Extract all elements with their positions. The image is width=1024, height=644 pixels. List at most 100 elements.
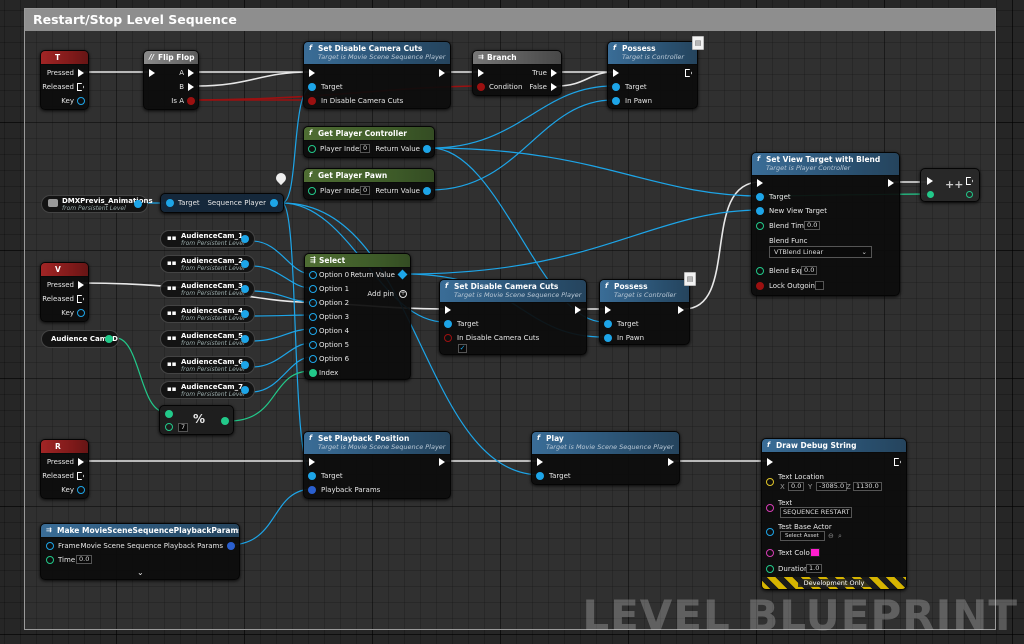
exec-out-icon[interactable] (188, 83, 194, 91)
exec-in-icon[interactable] (767, 458, 773, 466)
set-view-target-with-blend-node[interactable]: f Set View Target with Blend Target is Pla… (751, 152, 900, 296)
set-playback-position-node[interactable]: f Set Playback Position Target is Movie Sc… (303, 431, 451, 499)
text-pin-icon[interactable] (766, 504, 774, 512)
option-pin-icon[interactable] (309, 299, 317, 307)
pawn-pin-icon[interactable] (612, 97, 620, 105)
float-pin-icon[interactable] (46, 556, 54, 564)
disable-camera-cuts-checkbox[interactable]: ✓ (458, 344, 467, 353)
audience-cam-6-variable[interactable]: ▪▪ AudienceCam_6 from Persistent Level (160, 356, 255, 374)
use-selected-icon[interactable]: ⊖ (828, 531, 834, 541)
flipflop-node[interactable]: //Flip Flop A B Is A (143, 50, 199, 110)
target-pin-icon[interactable] (756, 193, 764, 201)
float-pin-icon[interactable] (756, 267, 764, 275)
comment-title[interactable]: Restart/Stop Level Sequence (25, 9, 995, 31)
key-r-event-node[interactable]: R Pressed Released Key (40, 439, 89, 499)
time-field[interactable]: 0.0 (76, 555, 93, 564)
exec-out-icon[interactable] (888, 179, 894, 187)
exec-in-icon[interactable] (149, 69, 155, 77)
option-pin-icon[interactable] (309, 285, 317, 293)
audience-cam-2-variable[interactable]: ▪▪ AudienceCam_2 from Persistent Level (160, 255, 255, 273)
player-index-field[interactable]: 0 (360, 186, 371, 195)
exec-in-icon[interactable] (605, 306, 611, 314)
exec-in-icon[interactable] (478, 69, 484, 77)
audience-cam-4-variable[interactable]: ▪▪ AudienceCam_4 from Persistent Level (160, 305, 255, 323)
duration-field[interactable]: 1.0 (806, 564, 823, 573)
released-pin[interactable]: Released (42, 82, 74, 92)
object-pin-icon[interactable] (241, 235, 249, 243)
exec-in-icon[interactable] (927, 177, 933, 185)
int-pin-icon[interactable] (927, 191, 934, 198)
option-pin-icon[interactable] (309, 341, 317, 349)
float-pin-icon[interactable] (766, 565, 774, 573)
struct-pin-icon[interactable] (227, 542, 235, 550)
exec-out-icon[interactable] (551, 83, 557, 91)
object-pin-icon[interactable] (241, 310, 249, 318)
expand-chevron-icon[interactable]: ⌄ (137, 568, 144, 578)
modulo-value-field[interactable]: 7 (178, 423, 189, 432)
exec-out-icon[interactable] (439, 458, 445, 466)
target-pin-icon[interactable] (536, 472, 544, 480)
text-field[interactable]: SEQUENCE RESTART (780, 507, 853, 518)
blend-exp-field[interactable]: 0.0 (801, 266, 818, 275)
actor-pin-icon[interactable] (766, 528, 774, 536)
audience-cam-3-variable[interactable]: ▪▪ AudienceCam_3 from Persistent Level (160, 280, 255, 298)
lock-outgoing-checkbox[interactable] (815, 281, 824, 290)
exec-in-icon[interactable] (309, 69, 315, 77)
exec-out-icon[interactable] (78, 458, 84, 466)
view-target-pin-icon[interactable] (756, 207, 764, 215)
set-disable-camera-cuts-node-2[interactable]: f Set Disable Camera Cuts Target is Movie … (439, 279, 587, 355)
play-node[interactable]: f Play Target is Movie Scene Sequence Play… (531, 431, 680, 485)
browse-search-icon[interactable]: ⌕ (838, 531, 842, 541)
select-node[interactable]: ⇶ Select Option 0 Return Value Option 1 A… (304, 253, 411, 380)
bool-pin-icon[interactable] (308, 97, 316, 105)
target-pin-icon[interactable] (308, 83, 316, 91)
object-pin-icon[interactable] (270, 199, 278, 207)
sequence-player-getter[interactable]: Target Sequence Player (160, 193, 284, 213)
return-pin-icon[interactable] (423, 145, 431, 153)
exec-out-icon[interactable] (894, 458, 901, 466)
return-pin-icon[interactable] (423, 187, 431, 195)
int-pin-icon[interactable] (105, 335, 113, 343)
audience-cam-id-variable[interactable]: Audience Cam ID (41, 330, 119, 348)
text-color-swatch[interactable] (810, 548, 820, 557)
struct-pin-icon[interactable] (308, 486, 316, 494)
key-t-event-node[interactable]: T Pressed Released Key (40, 50, 89, 110)
key-v-event-node[interactable]: V Pressed Released Key (40, 262, 89, 322)
exec-out-icon[interactable] (668, 458, 674, 466)
color-pin-icon[interactable] (766, 549, 774, 557)
int-pin-icon[interactable] (165, 423, 173, 431)
exec-out-icon[interactable] (575, 306, 581, 314)
float-pin-icon[interactable] (756, 222, 764, 230)
branch-node[interactable]: ⇉ Branch True Condition False (472, 50, 562, 96)
possess-node[interactable]: f Possess Target is Controller Target In P… (607, 41, 698, 109)
object-pin-icon[interactable] (241, 386, 249, 394)
exec-out-icon[interactable] (966, 177, 973, 185)
exec-out-icon[interactable] (78, 281, 84, 289)
option-pin-icon[interactable] (309, 271, 317, 279)
int-pin-icon[interactable] (221, 417, 229, 425)
select-asset-dropdown[interactable]: Select Asset (780, 531, 825, 541)
exec-out-icon[interactable] (78, 69, 84, 77)
add-pin-button[interactable]: Add pin (367, 289, 394, 299)
draw-debug-string-node[interactable]: f Draw Debug String Text Location X 0.0 Y… (761, 438, 907, 590)
wildcard-pin-icon[interactable] (397, 269, 408, 280)
exec-out-icon[interactable] (551, 69, 557, 77)
set-disable-camera-cuts-node[interactable]: f Set Disable Camera Cuts Target is Movie … (303, 41, 451, 109)
object-pin-icon[interactable] (241, 285, 249, 293)
location-x-field[interactable]: 0.0 (788, 482, 805, 491)
get-player-controller-node[interactable]: f Get Player Controller Player Index 0 Re… (303, 126, 435, 158)
make-playback-params-node[interactable]: ⇉ Make MovieSceneSequencePlaybackParams F… (40, 523, 240, 580)
target-pin-icon[interactable] (444, 320, 452, 328)
exec-out-icon[interactable] (439, 69, 445, 77)
vector-pin-icon[interactable] (766, 478, 774, 486)
audience-cam-1-variable[interactable]: ▪▪ AudienceCam_1 from Persistent Level (160, 230, 255, 248)
possess-node-2[interactable]: f Possess Target is Controller Target In P… (599, 279, 690, 345)
exec-in-icon[interactable] (537, 458, 543, 466)
location-y-field[interactable]: -3085.0 (816, 482, 848, 491)
get-player-pawn-node[interactable]: f Get Player Pawn Player Index 0 Return V… (303, 168, 435, 200)
key-pin-icon[interactable] (77, 309, 85, 317)
option-pin-icon[interactable] (309, 313, 317, 321)
blend-func-dropdown[interactable]: VTBlend Linear ⌄ (769, 246, 872, 258)
index-pin-icon[interactable] (309, 369, 317, 377)
int-pin-icon[interactable] (165, 410, 173, 418)
